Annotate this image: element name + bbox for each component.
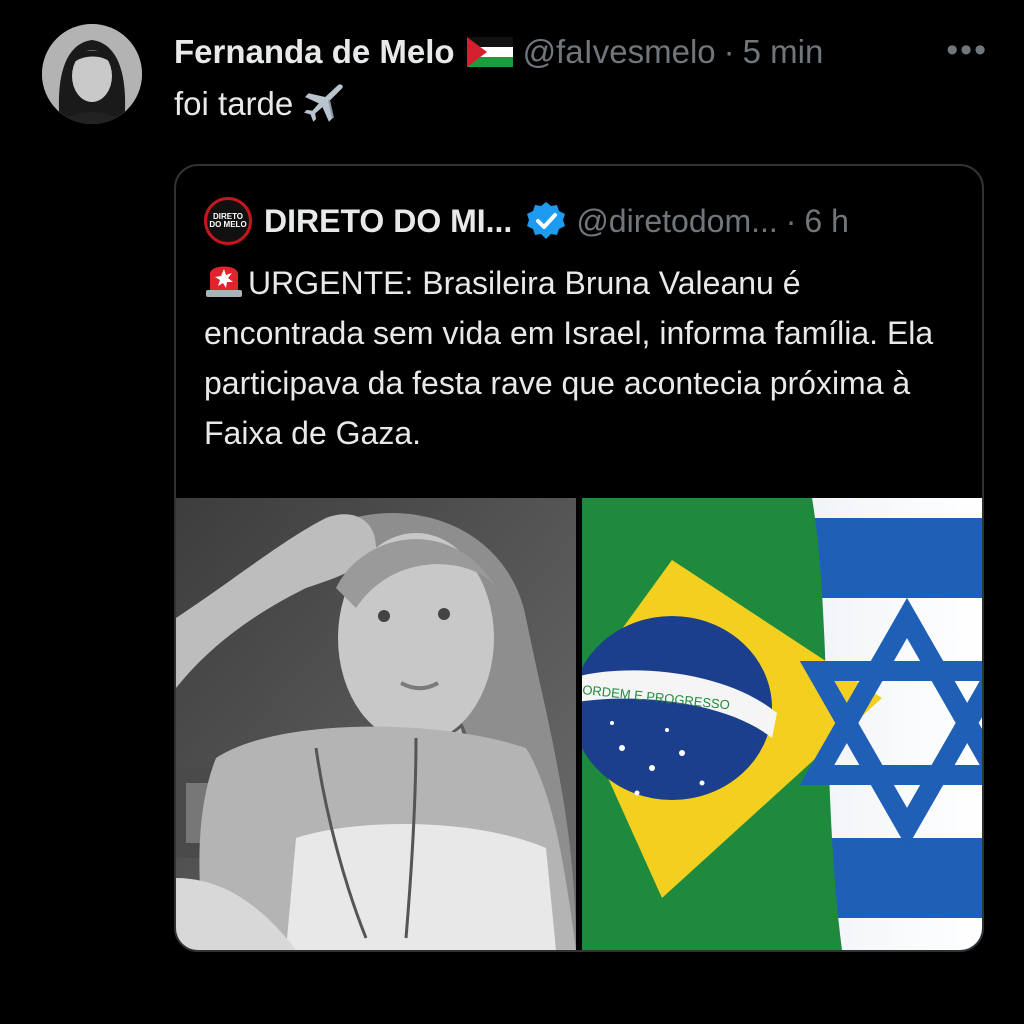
logo-line-2: DO MELO: [209, 220, 247, 229]
post-time[interactable]: 5 min: [743, 33, 824, 71]
post-header: Fernanda de Melo @faIvesmelo · 5 min: [174, 30, 823, 74]
quoted-header: DIRETO DO MELO DIRETO DO MI... @diretodo…: [204, 196, 849, 246]
quoted-text: URGENTE: Brasileira Bruna Valeanu é enco…: [204, 258, 954, 458]
avatar-photo: [42, 24, 142, 124]
quoted-separator: ·: [785, 202, 797, 239]
post-text-content: foi tarde: [174, 85, 294, 122]
palestine-flag-icon: [466, 37, 513, 67]
verified-badge-icon: [527, 202, 566, 239]
quoted-handle[interactable]: @diretodom...: [576, 203, 777, 240]
author-name[interactable]: Fernanda de Melo: [174, 33, 455, 71]
quoted-time[interactable]: 6 h: [804, 203, 848, 240]
author-handle[interactable]: @faIvesmelo: [523, 33, 716, 71]
brazil-israel-flags-image: ORDEM E PROGRESSO: [582, 498, 982, 950]
quoted-tweet[interactable]: DIRETO DO MELO DIRETO DO MI... @diretodo…: [174, 164, 984, 952]
header-separator: ·: [723, 33, 735, 70]
quoted-logo-text: DIRETO DO MELO: [209, 213, 246, 229]
post-text: foi tarde: [174, 82, 347, 126]
photo-flags[interactable]: ORDEM E PROGRESSO: [582, 498, 982, 950]
more-horizontal-icon[interactable]: •••: [946, 33, 988, 67]
avatar[interactable]: [42, 24, 142, 124]
photo-woman-image: [176, 498, 576, 950]
airplane-icon: [304, 84, 344, 122]
quoted-text-content: URGENTE: Brasileira Bruna Valeanu é enco…: [204, 265, 934, 451]
photo-woman[interactable]: [176, 498, 576, 950]
quoted-avatar[interactable]: DIRETO DO MELO: [204, 197, 252, 245]
quoted-author-name[interactable]: DIRETO DO MI...: [264, 203, 512, 240]
police-light-icon: [206, 266, 242, 297]
